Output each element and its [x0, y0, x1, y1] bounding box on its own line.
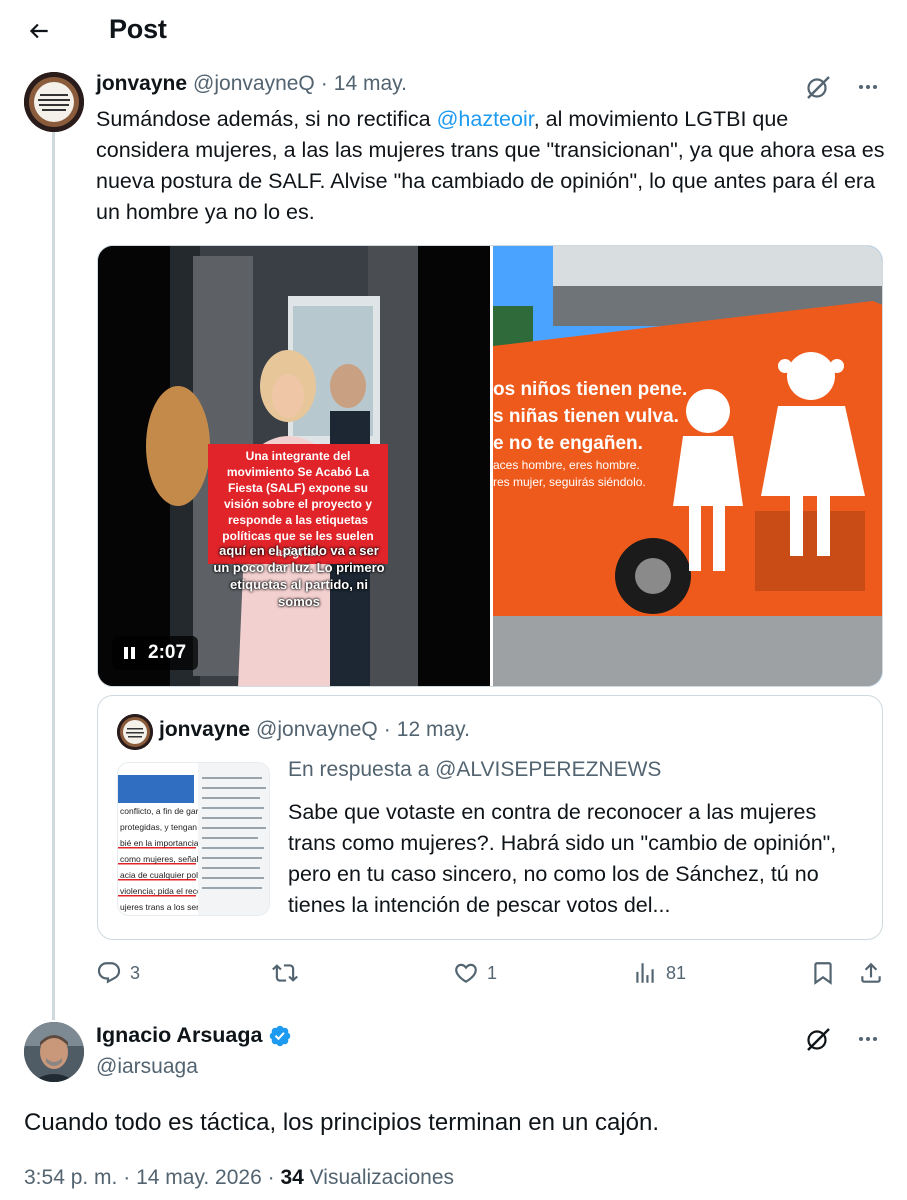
tweet-header: jonvayne @jonvayneQ · 14 may. [96, 72, 407, 96]
quoted-author-name: jonvayne [159, 718, 251, 741]
video-caption-white: aquí en el partido va a ser un poco dar … [213, 543, 385, 609]
tweet-date[interactable]: 14 may. [334, 72, 407, 96]
more-horizontal-icon [859, 85, 877, 89]
grok-button[interactable] [801, 70, 835, 104]
like-count: 1 [487, 962, 498, 983]
quoted-reply-to: En respuesta a @ALVISEPEREZNEWS [288, 758, 662, 781]
separator-dot: · [383, 718, 391, 741]
grok-button[interactable] [801, 1022, 835, 1056]
quoted-tweet-header: jonvayne @jonvayneQ · 12 may. [159, 718, 470, 742]
post-views-label: Visualizaciones [309, 1166, 455, 1189]
post-date[interactable]: 14 may. 2026 [136, 1166, 262, 1189]
thumbnail-line: acia de cualquier politic [120, 870, 198, 880]
bus-slogan-line: e no te engañen. [493, 433, 643, 454]
reply-author-name[interactable]: Ignacio Arsuaga [96, 1023, 262, 1048]
quoted-avatar [117, 714, 153, 750]
thumbnail-line: violencia; pida el recon [120, 886, 198, 896]
reply-text: Cuando todo es táctica, los principios t… [24, 1109, 660, 1136]
thumbnail-line: protegidas, y tengan ac [120, 822, 198, 832]
verified-badge-icon [270, 1025, 291, 1046]
bus-slogan-line: s niñas tienen vulva. [493, 406, 679, 427]
post-time[interactable]: 3:54 p. m. [24, 1166, 117, 1189]
bus-image[interactable]: os niños tienen pene. s niñas tienen vul… [493, 246, 882, 686]
bus-slogan: os niños tienen pene. s niñas tienen vul… [493, 376, 687, 491]
mention-link[interactable]: @hazteoir [437, 107, 534, 131]
top-bar: Post [0, 0, 907, 62]
separator-dot: · [267, 1166, 275, 1189]
post-metadata: 3:54 p. m. · 14 may. 2026 · 34 Visualiza… [24, 1166, 454, 1190]
quoted-tweet-thumbnail: conflicto, a fin de garar protegidas, y … [117, 762, 270, 916]
reply-header-actions [801, 1022, 885, 1056]
views-count: 81 [666, 962, 687, 983]
tweet-text-part: Sumándose además, si no rectifica [96, 107, 437, 131]
reply-avatar[interactable] [24, 1022, 84, 1082]
quoted-tweet-date: 12 may. [396, 718, 470, 741]
video-duration: 2:07 [148, 642, 187, 663]
avatar[interactable] [24, 72, 84, 132]
post-views-count: 34 [280, 1166, 304, 1189]
more-options-button[interactable] [851, 70, 885, 104]
share-icon [861, 962, 881, 983]
bookmark-icon [814, 962, 832, 985]
quoted-avatar-image [117, 714, 153, 750]
thumbnail-line: ujeres trans a los servic [120, 902, 198, 912]
video-player[interactable]: Una integrante del movimiento Se Acabó L… [98, 246, 490, 686]
reply-author-handle[interactable]: @iarsuaga [96, 1055, 198, 1079]
reply-count: 3 [130, 962, 141, 983]
page-title: Post [109, 14, 167, 44]
thumbnail-text: conflicto, a fin de garar protegidas, y … [120, 803, 198, 915]
grok-icon [807, 76, 830, 99]
author-handle[interactable]: @jonvayneQ [193, 72, 315, 96]
bus-slogan-small: aces hombre, eres hombre. [493, 458, 640, 472]
more-horizontal-icon [859, 1037, 877, 1041]
bookmark-button[interactable] [810, 956, 836, 990]
grok-icon [807, 1028, 830, 1051]
tweet-text: Sumándose además, si no rectifica @hazte… [96, 104, 886, 228]
retweet-icon [272, 964, 298, 982]
thumbnail-line: conflicto, a fin de garar [120, 806, 198, 816]
heart-icon [455, 963, 477, 983]
thumbnail-line: como mujeres, señala [120, 854, 198, 864]
thumbnail-line: bié en la importancia de [120, 838, 198, 848]
reply-author[interactable]: Ignacio Arsuaga [96, 1023, 292, 1048]
avatar-image [24, 72, 84, 132]
pause-icon [124, 647, 135, 659]
quoted-tweet-text: Sabe que votaste en contra de reconocer … [288, 800, 837, 917]
reply-button[interactable]: 3 [96, 956, 140, 990]
tweet-media[interactable]: Una integrante del movimiento Se Acabó L… [97, 245, 883, 687]
retweet-button[interactable] [272, 956, 306, 990]
thread-connector-line [52, 132, 55, 1020]
bus-slogan-small: res mujer, seguirás siéndolo. [493, 475, 646, 489]
tweet-actions: 3 1 81 [96, 956, 886, 990]
video-duration-badge[interactable]: 2:07 [112, 636, 199, 670]
tweet-header-actions [801, 70, 885, 104]
quoted-author-handle: @jonvayneQ [256, 718, 378, 741]
separator-dot: · [320, 72, 328, 95]
analytics-icon [636, 963, 654, 983]
like-button[interactable]: 1 [453, 956, 497, 990]
reply-icon [97, 962, 121, 984]
bus-slogan-line: os niños tienen pene. [493, 379, 688, 400]
back-button[interactable] [22, 14, 56, 48]
share-button[interactable] [858, 956, 884, 990]
more-options-button[interactable] [851, 1022, 885, 1056]
views-button[interactable]: 81 [632, 956, 686, 990]
author-name[interactable]: jonvayne [96, 72, 187, 96]
quoted-tweet[interactable]: jonvayne @jonvayneQ · 12 may. conflicto,… [97, 695, 883, 940]
reply-avatar-image [24, 1022, 84, 1082]
arrow-left-icon [29, 23, 48, 39]
separator-dot: · [123, 1166, 131, 1189]
